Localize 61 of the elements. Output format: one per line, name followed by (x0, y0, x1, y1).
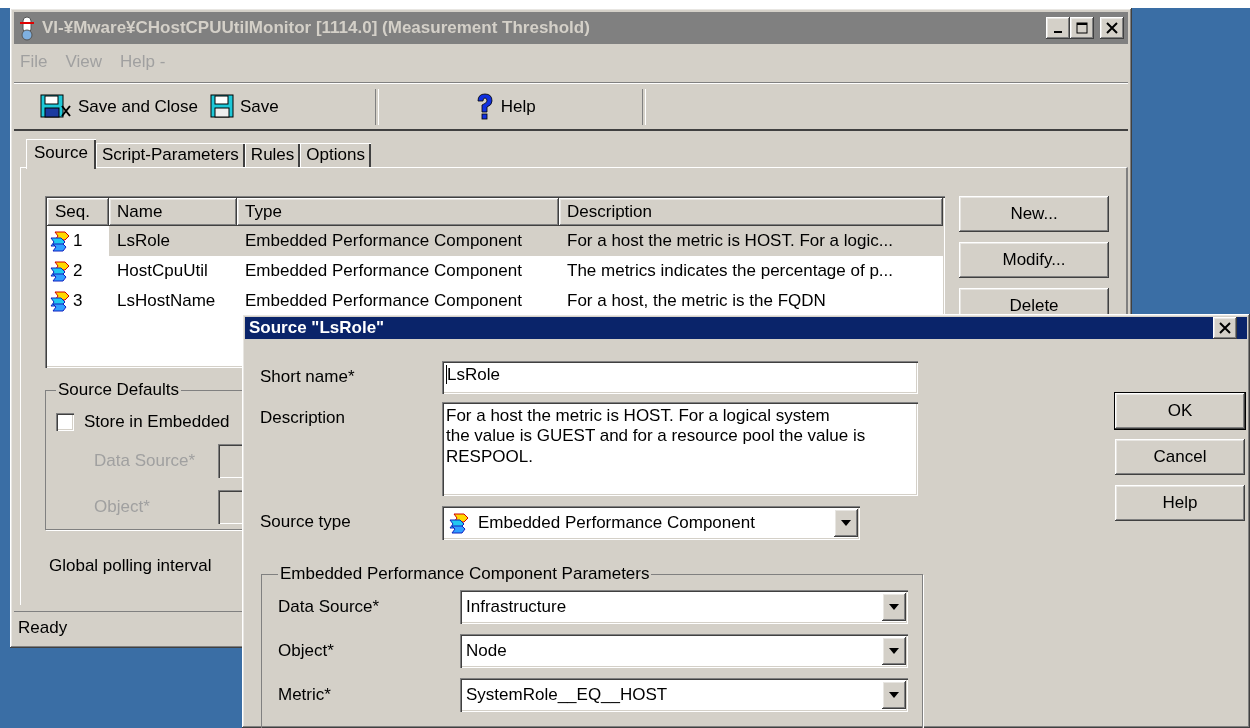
close-button[interactable] (1100, 17, 1124, 39)
thermometer-icon (18, 15, 36, 41)
toolbar-button[interactable]: Save and Close (34, 90, 205, 124)
dropdown[interactable]: Infrastructure (460, 590, 908, 624)
question-mark-icon (474, 93, 495, 121)
field-label: Short name* (260, 366, 356, 387)
table-cell: LsRole (109, 226, 237, 256)
maximize-button[interactable] (1070, 17, 1094, 39)
row-number: 1 (73, 231, 83, 251)
close-icon (1106, 22, 1118, 34)
save-close-icon (40, 94, 72, 120)
push-button[interactable]: Help (1115, 485, 1245, 521)
column-header[interactable]: Seq. (47, 198, 109, 226)
field-label: Object* (278, 641, 335, 661)
field-label: Global polling interval (49, 556, 212, 576)
column-header[interactable]: Type (237, 198, 559, 226)
field-label: Data Source* (278, 597, 381, 617)
table-cell: For a host the metric is HOST. For a logic... (559, 226, 943, 256)
dropdown[interactable]: Embedded Performance Component (442, 506, 860, 540)
tab[interactable]: Script-Parameters (95, 143, 245, 167)
component-icon (49, 230, 71, 252)
dropdown-arrow-icon (889, 692, 899, 698)
push-button[interactable]: OK (1115, 393, 1245, 429)
push-button[interactable]: Cancel (1115, 439, 1245, 475)
table-cell: Embedded Performance Component (237, 226, 559, 256)
input-field[interactable]: LsRole (442, 361, 918, 394)
minimize-button[interactable] (1046, 17, 1070, 39)
column-header[interactable]: Name (109, 198, 237, 226)
dropdown-arrow-icon (889, 648, 899, 654)
component-icon (448, 512, 470, 534)
dropdown[interactable]: SystemRole__EQ__HOST (460, 678, 908, 712)
push-button[interactable]: New... (959, 196, 1109, 232)
row-number: 2 (73, 261, 83, 281)
push-button[interactable]: Modify... (959, 242, 1109, 278)
checkbox-label: Store in Embedded (84, 412, 230, 432)
close-icon (1219, 322, 1231, 334)
row-number: 3 (73, 291, 83, 311)
field-label: Metric* (278, 685, 332, 705)
dialog-title: Source "LsRole" (249, 318, 386, 338)
maximize-icon (1076, 22, 1088, 34)
tab[interactable]: Rules (244, 143, 301, 167)
minimize-icon (1054, 31, 1062, 33)
text-area[interactable]: For a host the metric is HOST. For a logical system the value is GUEST and for a resource pool the value is RESPOOL. (442, 402, 918, 496)
status-text: Ready (18, 618, 68, 638)
group-title: Source Defaults (57, 380, 180, 400)
toolbar-button[interactable]: Help (468, 89, 542, 125)
dropdown-arrow-icon (889, 604, 899, 610)
tab[interactable]: Source (26, 139, 96, 169)
field-label: Source type (260, 511, 352, 532)
dropdown[interactable]: Node (460, 634, 908, 668)
group-title: Embedded Performance Component Parameters (279, 564, 651, 584)
checkbox[interactable] (56, 413, 74, 431)
component-icon (49, 290, 71, 312)
window-title: VI-¥Mware¥CHostCPUUtilMonitor [1114.0] (Measurement Threshold) (42, 18, 591, 38)
column-header[interactable]: Description (559, 198, 943, 226)
toolbar-button[interactable]: Save (204, 90, 285, 124)
dropdown-arrow-icon (841, 520, 851, 526)
tab[interactable]: Options (300, 143, 371, 167)
close-button[interactable] (1213, 317, 1237, 339)
component-icon (49, 260, 71, 282)
field-label: Description (260, 407, 347, 428)
